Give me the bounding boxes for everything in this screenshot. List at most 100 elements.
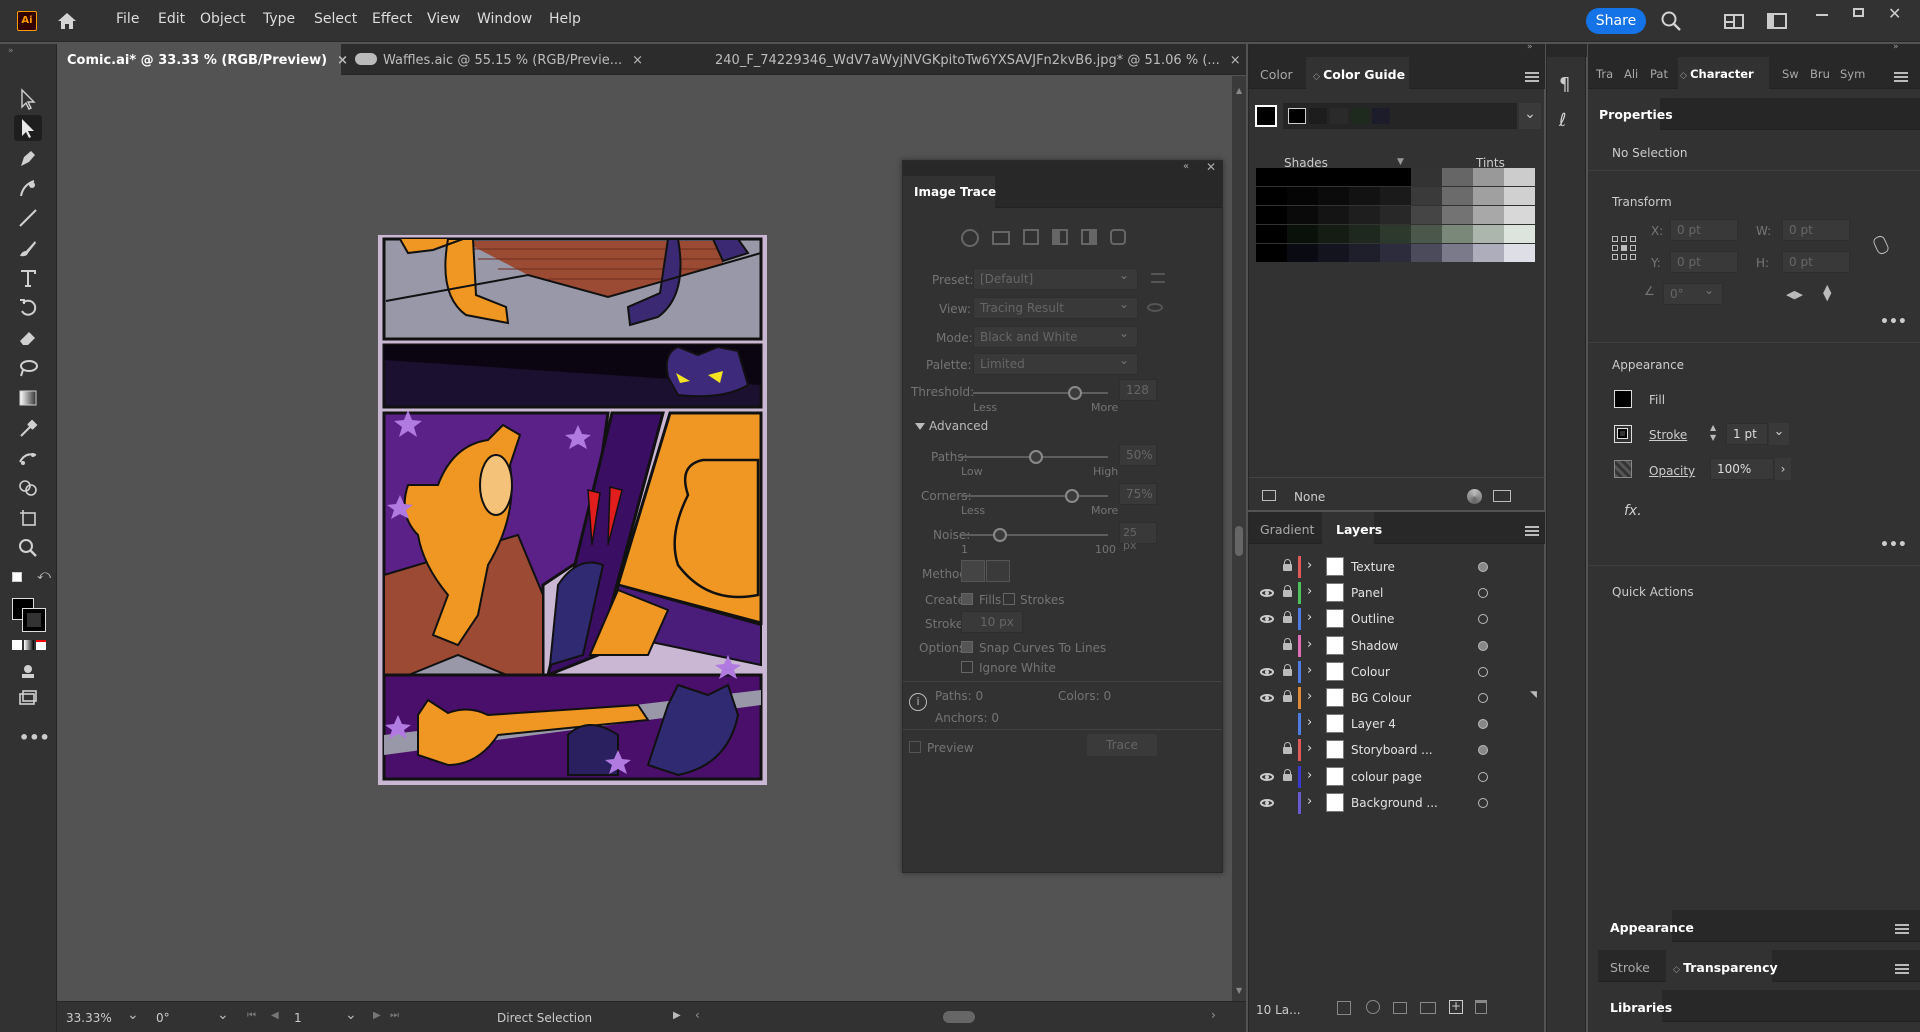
opacity-expand-icon[interactable]: ›: [1775, 458, 1791, 480]
layer-name[interactable]: BG Colour: [1351, 691, 1411, 705]
swap-arrow-icon[interactable]: ⤺: [37, 568, 51, 583]
rotation-dropdown-icon[interactable]: ⌄: [217, 1007, 229, 1023]
stroke-weight-stepper[interactable]: ▲ ▼: [1710, 423, 1724, 445]
visibility-toggle[interactable]: [1260, 743, 1274, 757]
outline-icon[interactable]: [1110, 229, 1126, 245]
status-menu-arrow-icon[interactable]: ▶: [673, 1010, 681, 1021]
character-tab[interactable]: ◇ Character: [1680, 67, 1754, 81]
constrain-proportions-icon[interactable]: [1871, 234, 1891, 256]
more-tools-icon[interactable]: •••: [19, 728, 50, 747]
low-color-icon[interactable]: [1023, 229, 1039, 245]
visibility-eye-icon[interactable]: [1260, 772, 1274, 781]
target-circle-icon[interactable]: [1478, 745, 1488, 756]
layer-name[interactable]: colour page: [1351, 770, 1422, 784]
glyphs-icon[interactable]: ℓ: [1559, 110, 1566, 131]
layer-name[interactable]: Colour: [1351, 665, 1390, 679]
y-field[interactable]: 0 pt: [1670, 251, 1738, 273]
layer-row[interactable]: › Shadow: [1254, 633, 1544, 659]
visibility-eye-icon[interactable]: [1260, 615, 1274, 624]
last-artboard-icon[interactable]: ⏭: [390, 1010, 399, 1021]
locate-object-icon[interactable]: [1366, 1000, 1380, 1014]
zoom-dropdown-icon[interactable]: ⌄: [127, 1007, 139, 1023]
stroke-width-field[interactable]: 10 px: [961, 611, 1023, 633]
close-tab-icon[interactable]: ×: [632, 53, 643, 68]
lock-icon[interactable]: [1283, 559, 1292, 571]
panel-menu-icon[interactable]: [1525, 526, 1539, 536]
puppet-warp-tool-icon[interactable]: [14, 445, 42, 471]
color-tab[interactable]: Color: [1260, 67, 1293, 82]
share-button[interactable]: Share: [1586, 8, 1646, 34]
target-circle-icon[interactable]: [1478, 666, 1488, 677]
screen-mode-icon[interactable]: [14, 686, 42, 712]
rotate-angle-field[interactable]: 0°: [1663, 283, 1723, 305]
visibility-eye-icon[interactable]: [1260, 798, 1274, 807]
shades-dropdown-icon[interactable]: ▼: [1397, 157, 1404, 167]
align-tab[interactable]: Ali: [1624, 67, 1638, 81]
target-circle-icon[interactable]: [1478, 693, 1488, 703]
palette-dropdown[interactable]: Limited: [973, 353, 1138, 375]
threshold-field[interactable]: 128: [1119, 379, 1157, 401]
first-artboard-icon[interactable]: ⏮: [247, 1010, 256, 1021]
direct-selection-tool-icon[interactable]: [14, 115, 42, 141]
layer-row[interactable]: › Outline: [1254, 606, 1544, 632]
expand-chevron-icon[interactable]: ›: [1307, 610, 1312, 625]
base-color-swatch[interactable]: [1255, 105, 1277, 127]
opacity-label[interactable]: Opacity: [1649, 464, 1695, 478]
next-artboard-icon[interactable]: ▶: [373, 1010, 381, 1021]
expand-chevron-icon[interactable]: ›: [1307, 794, 1312, 809]
close-tab-icon[interactable]: ×: [1230, 53, 1241, 68]
rotate-tool-icon[interactable]: [14, 295, 42, 321]
flip-vertical-icon[interactable]: ▲ ▼: [1823, 283, 1831, 302]
menu-window[interactable]: Window: [477, 11, 532, 27]
create-sublayer-icon[interactable]: [1420, 1002, 1436, 1014]
lock-icon[interactable]: [1283, 637, 1292, 650]
opacity-field[interactable]: 100%: [1710, 458, 1774, 480]
layer-row[interactable]: › Texture: [1254, 554, 1544, 580]
minimize-button[interactable]: [1816, 14, 1828, 16]
target-circle-icon[interactable]: [1478, 771, 1488, 782]
layer-row[interactable]: › Colour: [1254, 659, 1544, 685]
horizontal-scroll-thumb[interactable]: [943, 1011, 975, 1023]
black-white-icon[interactable]: [1081, 229, 1097, 245]
prev-artboard-icon[interactable]: ◀: [271, 1010, 279, 1021]
scroll-down-icon[interactable]: ◥: [1530, 690, 1537, 700]
doc-tab-waffles[interactable]: Waffles.aic @ 55.15 % (RGB/Previe... ×: [345, 44, 703, 75]
fills-checkbox[interactable]: [961, 593, 973, 605]
lock-icon[interactable]: [1283, 768, 1292, 781]
lock-icon[interactable]: [1283, 690, 1292, 702]
visibility-eye-icon[interactable]: [1260, 589, 1274, 598]
expand-chevron-icon[interactable]: ›: [1307, 663, 1312, 678]
lock-icon[interactable]: [1283, 585, 1292, 598]
stroke-swatch[interactable]: [22, 608, 46, 632]
symbols-tab[interactable]: Sym: [1840, 67, 1865, 81]
reference-point-icon[interactable]: [1612, 236, 1636, 260]
menu-edit[interactable]: Edit: [158, 11, 185, 27]
advanced-toggle[interactable]: Advanced: [915, 419, 988, 433]
layer-row[interactable]: › Storyboard ...: [1254, 737, 1544, 763]
more-appearance-options-icon[interactable]: •••: [1880, 537, 1907, 553]
edit-colors-icon[interactable]: [1467, 489, 1482, 504]
layer-row[interactable]: › colour page: [1254, 764, 1544, 790]
menu-help[interactable]: Help: [549, 11, 581, 27]
layer-name[interactable]: Background ...: [1351, 796, 1438, 810]
stroke-weight-dropdown[interactable]: ⌄: [1769, 423, 1789, 445]
preview-checkbox[interactable]: [909, 741, 921, 753]
more-transform-options-icon[interactable]: •••: [1880, 314, 1907, 330]
auto-color-icon[interactable]: [961, 229, 979, 247]
collapse-dock-icon[interactable]: »: [1527, 42, 1533, 52]
collapse-panel-icon[interactable]: «: [1183, 161, 1189, 172]
expand-chevron-icon[interactable]: ›: [1307, 741, 1312, 756]
mode-dropdown[interactable]: Black and White: [973, 326, 1138, 348]
menu-type[interactable]: Type: [263, 11, 295, 27]
visibility-toggle[interactable]: [1260, 639, 1274, 653]
paths-slider[interactable]: [961, 450, 1108, 464]
layer-name[interactable]: Shadow: [1351, 639, 1398, 653]
layers-tab[interactable]: Layers: [1336, 522, 1382, 537]
image-trace-tab[interactable]: Image Trace: [914, 185, 996, 199]
harmony-rules-dropdown[interactable]: ⌄: [1519, 103, 1541, 129]
collapse-toolbar-icon[interactable]: »: [8, 46, 14, 56]
target-circle-icon[interactable]: [1478, 588, 1488, 599]
swap-fill-stroke-icon[interactable]: [12, 572, 22, 582]
libraries-panel-tab[interactable]: Libraries: [1610, 1000, 1672, 1015]
panel-menu-icon[interactable]: [1894, 72, 1908, 82]
